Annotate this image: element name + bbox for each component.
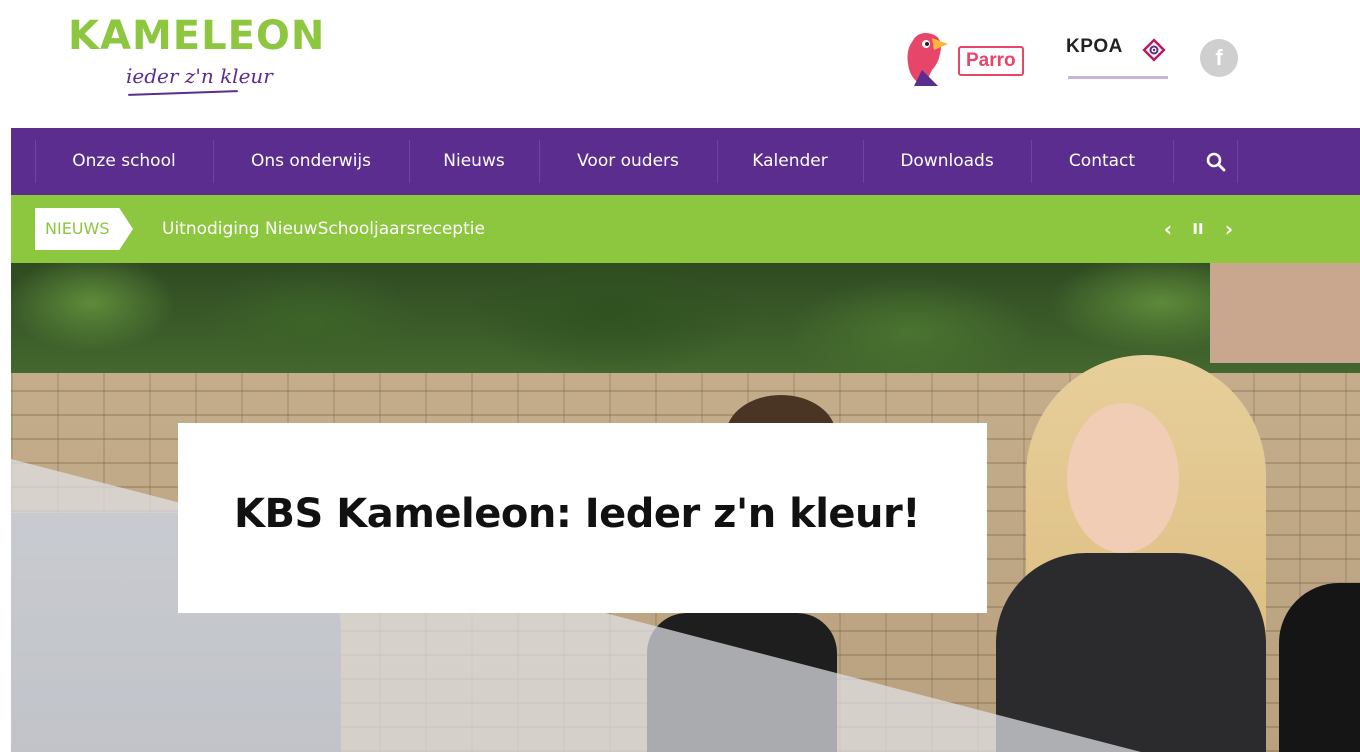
parro-bird-icon [907, 33, 948, 86]
news-tag: NIEUWS [35, 208, 133, 250]
facebook-button[interactable]: f [1200, 39, 1238, 77]
ticker-prev-button[interactable]: ‹ [1157, 195, 1179, 263]
search-icon [1206, 152, 1226, 171]
news-headline-link[interactable]: Uitnodiging NieuwSchooljaarsreceptie [162, 195, 485, 263]
pause-icon: II [1192, 220, 1204, 238]
logo-underline [127, 90, 239, 96]
search-button[interactable] [1183, 128, 1249, 195]
news-ticker: NIEUWS Uitnodiging NieuwSchooljaarsrecep… [11, 195, 1360, 263]
hero-girl-face [1067, 403, 1179, 553]
kpoa-wordmark: KPOA [1066, 36, 1123, 57]
site-header: KAMELEON ieder z'n kleur Parro KPOA f [0, 0, 1360, 128]
chevron-left-icon: ‹ [1163, 217, 1173, 241]
nav-item-kalender[interactable]: Kalender [717, 128, 863, 195]
main-navigation: Onze school Ons onderwijs Nieuws Voor ou… [11, 128, 1360, 195]
chevron-right-icon: › [1224, 217, 1234, 241]
hero-banner: KBS Kameleon: Ieder z'n kleur! [11, 263, 1360, 752]
ticker-next-button[interactable]: › [1218, 195, 1240, 263]
nav-item-ons-onderwijs[interactable]: Ons onderwijs [213, 128, 409, 195]
parro-link[interactable]: Parro [904, 30, 1044, 90]
kpoa-link[interactable]: KPOA [1066, 36, 1176, 86]
nav-separator [1237, 140, 1238, 183]
facebook-icon: f [1215, 45, 1223, 70]
nav-item-nieuws[interactable]: Nieuws [409, 128, 539, 195]
parro-label: Parro [958, 46, 1024, 76]
nav-item-onze-school[interactable]: Onze school [35, 128, 213, 195]
logo-wordmark: KAMELEON [68, 13, 326, 59]
logo-tagline: ieder z'n kleur [126, 64, 273, 88]
hero-wall-corner [1210, 263, 1360, 363]
nav-separator [1173, 140, 1174, 183]
kpoa-eye-icon [1142, 38, 1166, 62]
nav-item-voor-ouders[interactable]: Voor ouders [539, 128, 717, 195]
kpoa-subline [1068, 76, 1168, 79]
hero-title: KBS Kameleon: Ieder z'n kleur! [234, 491, 920, 537]
ticker-pause-button[interactable]: II [1187, 195, 1209, 263]
kameleon-logo[interactable]: KAMELEON ieder z'n kleur [68, 13, 326, 104]
hero-child-right [1279, 583, 1360, 752]
nav-item-downloads[interactable]: Downloads [863, 128, 1031, 195]
nav-item-contact[interactable]: Contact [1031, 128, 1173, 195]
hero-girl-shirt [996, 553, 1266, 752]
hero-title-card: KBS Kameleon: Ieder z'n kleur! [178, 423, 987, 613]
